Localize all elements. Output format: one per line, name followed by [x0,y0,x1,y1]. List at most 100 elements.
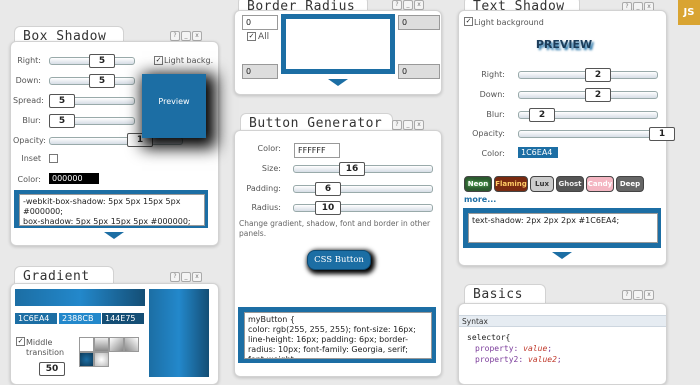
basics-panel-icons[interactable]: ? _ x [622,290,654,300]
down-value[interactable]: 5 [89,74,115,88]
close-icon[interactable]: x [644,290,654,300]
ts-blur-label: Blur: [486,110,505,119]
button-code[interactable]: myButton { color: rgb(255, 255, 255); fo… [244,312,432,359]
help-icon[interactable]: ? [392,120,402,130]
button-color-field[interactable]: FFFFFF [294,143,340,158]
close-icon[interactable]: x [414,120,424,130]
down-label: Down: [15,76,41,85]
effect-candy-button[interactable]: Candy [586,176,614,192]
gradient-panel-icons[interactable]: ? _ x [170,272,202,282]
radius-arrow [328,79,348,86]
button-color-label: Color: [257,144,281,153]
gradient-stop-1[interactable]: 1C6EA4 [15,313,57,324]
all-checkbox[interactable]: ✓ [247,32,256,41]
gradient-type-diagonal-reverse[interactable] [124,337,139,352]
css-button-preview[interactable]: CSS Button [307,250,371,270]
basics-title-tab: Basics [464,284,546,305]
right-label: Right: [17,56,41,65]
ts-right-label: Right: [481,70,505,79]
minimize-icon[interactable]: _ [403,0,413,10]
syntax-line-1: property: value; [475,344,553,353]
spread-value[interactable]: 5 [49,94,75,108]
button-radius-label: Radius: [251,203,281,212]
middle-transition-label: Middle transition [26,338,65,357]
gradient-preview [149,289,209,377]
ts-color-field[interactable]: 1C6EA4 [518,147,558,158]
button-radius-slider[interactable] [293,204,433,212]
syntax-property-1: property [475,344,514,353]
button-generator-panel-icons[interactable]: ? _ x [392,120,424,130]
box-shadow-panel-icons[interactable]: ? _ x [170,31,202,41]
inset-checkbox[interactable] [49,154,58,163]
button-padding-slider[interactable] [293,185,433,193]
ts-opacity-label: Opacity: [472,129,505,138]
effect-ghost-button[interactable]: Ghost [556,176,584,192]
effect-neon-button[interactable]: Neon [464,176,492,192]
more-effects-link[interactable]: more... [464,195,496,204]
gradient-stop-3[interactable]: 144E75 [102,313,144,324]
box-shadow-panel: Right: 5 Down: 5 Spread: 5 Blur: 5 Opaci… [10,41,219,246]
gradient-type-diagonal[interactable] [109,337,124,352]
syntax-property-2: property2 [475,355,519,364]
gradient-type-linear[interactable] [79,337,94,352]
bottom-right-radius-field[interactable]: 0 [398,64,440,79]
gradient-type-top[interactable] [94,337,109,352]
effect-lux-button[interactable]: Lux [530,176,554,192]
text-shadow-code[interactable]: text-shadow: 2px 2px 2px #1C6EA4; [468,213,658,243]
light-background-label: Light backg. [164,56,214,65]
gradient-stop-2[interactable]: 2388CB [59,313,101,324]
inset-label: Inset [21,154,41,163]
help-icon[interactable]: ? [392,0,402,10]
effect-flaming-button[interactable]: Flaming [494,176,528,192]
help-icon[interactable]: ? [170,272,180,282]
border-radius-panel: 0 ✓ All 0 0 0 [234,10,442,95]
minimize-icon[interactable]: _ [403,120,413,130]
close-icon[interactable]: x [192,272,202,282]
ts-blur-value[interactable]: 2 [529,108,555,122]
minimize-icon[interactable]: _ [181,272,191,282]
ts-right-value[interactable]: 2 [585,68,611,82]
text-code-arrow [552,252,572,259]
button-padding-value[interactable]: 6 [315,182,341,196]
text-light-background-checkbox[interactable]: ✓ [464,17,473,26]
shadow-color-field[interactable]: 000000 [49,173,99,184]
text-shadow-preview: PREVIEW [535,38,593,51]
syntax-header: Syntax [459,315,666,327]
button-size-value[interactable]: 16 [339,162,365,176]
text-light-background-label: Light background [474,18,544,27]
top-left-radius-field[interactable]: 0 [242,15,278,30]
gradient-bar[interactable] [15,289,145,306]
gradient-type-radial[interactable] [79,352,94,367]
gradient-panel: 1C6EA4 2388CB 144E75 ✓ Middle transition… [10,283,219,385]
button-size-label: Size: [261,164,281,173]
syntax-selector-line: selector{ [467,333,510,342]
close-icon[interactable]: x [414,0,424,10]
ts-color-label: Color: [481,149,505,158]
button-radius-value[interactable]: 10 [315,201,341,215]
ts-opacity-slider[interactable] [518,130,658,138]
opacity-slider[interactable] [49,137,183,145]
minimize-icon[interactable]: _ [633,290,643,300]
gradient-type-radial-light[interactable] [94,352,109,367]
box-shadow-code[interactable]: -webkit-box-shadow: 5px 5px 15px 5px #00… [19,194,205,226]
help-icon[interactable]: ? [622,290,632,300]
effect-deep-button[interactable]: Deep [616,176,644,192]
basics-panel: Syntax selector{ property: value; proper… [458,303,667,385]
button-generator-note: Change gradient, shadow, font and border… [239,219,431,238]
light-background-checkbox[interactable]: ✓ [154,56,163,65]
help-icon[interactable]: ? [170,31,180,41]
color-label: Color: [17,175,41,184]
right-value[interactable]: 5 [89,54,115,68]
blur-value[interactable]: 5 [49,114,75,128]
ts-down-value[interactable]: 2 [585,88,611,102]
js-badge[interactable]: JS [678,0,700,25]
border-radius-panel-icons[interactable]: ? _ x [392,0,424,10]
top-right-radius-field[interactable]: 0 [398,15,440,30]
middle-transition-value[interactable]: 50 [39,362,65,376]
minimize-icon[interactable]: _ [181,31,191,41]
blur-label: Blur: [22,116,41,125]
bottom-left-radius-field[interactable]: 0 [242,64,278,79]
all-label: All [258,32,270,42]
ts-opacity-value[interactable]: 1 [649,127,675,141]
close-icon[interactable]: x [192,31,202,41]
